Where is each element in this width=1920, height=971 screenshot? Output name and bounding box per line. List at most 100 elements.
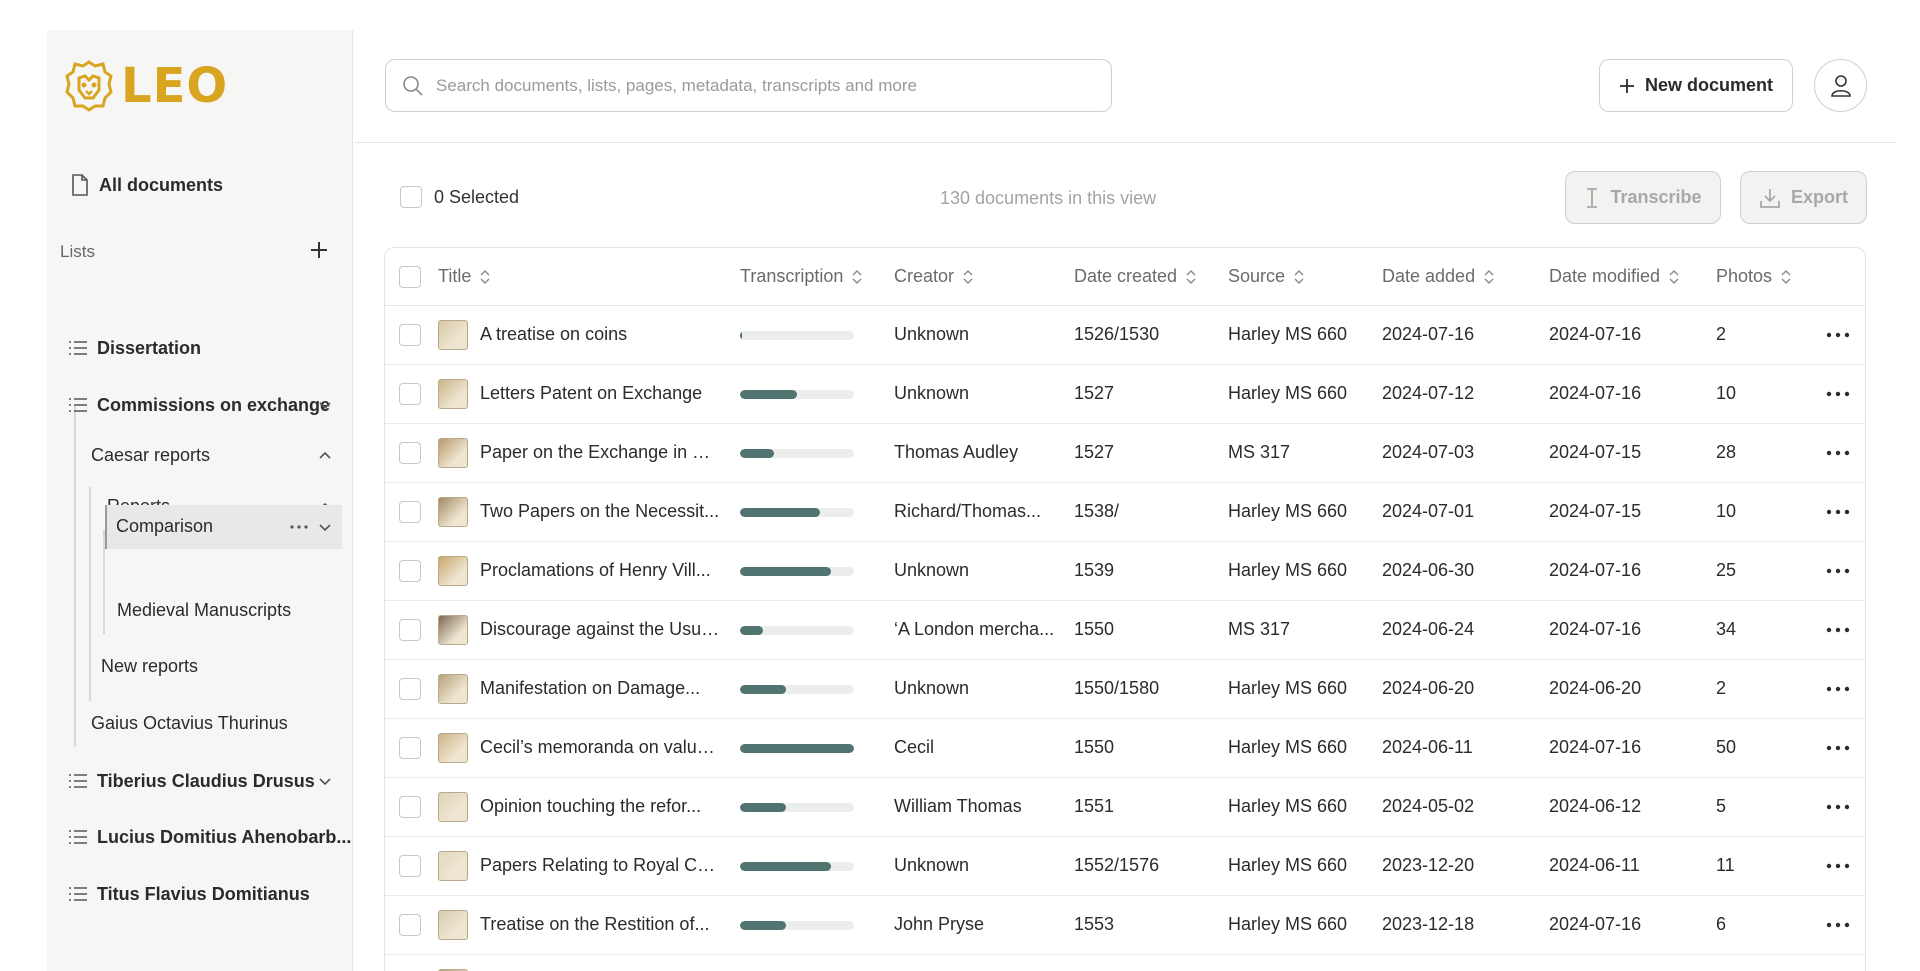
row-more-options-icon[interactable] <box>1825 503 1851 521</box>
chevron-down-icon[interactable] <box>317 397 333 413</box>
row-checkbox[interactable] <box>399 737 421 759</box>
cell-title[interactable]: Proclamations of Henry Vill... <box>480 560 720 581</box>
sidebar-item-commissions[interactable]: Commissions on exchange <box>67 394 353 416</box>
cell-photos: 28 <box>1716 442 1737 462</box>
row-more-options-icon[interactable] <box>1825 326 1851 344</box>
row-checkbox[interactable] <box>399 914 421 936</box>
table-row[interactable]: Manifestation on Damage... Unknown 1550/… <box>385 660 1865 719</box>
document-thumbnail <box>438 910 468 940</box>
cell-date-added: 2024-06-30 <box>1382 560 1475 580</box>
transcription-progress <box>740 862 854 871</box>
cell-date-modified: 2024-07-16 <box>1549 619 1642 639</box>
sort-icon <box>1186 269 1196 284</box>
sidebar-item-dissertation[interactable]: Dissertation <box>67 337 353 359</box>
table-row[interactable]: Cecil’s memoranda on value... Cecil 1550… <box>385 719 1865 778</box>
progress-fill <box>740 626 763 635</box>
cell-creator: John Pryse <box>894 914 985 934</box>
table-row[interactable]: Treatise on the Restition of... John Pry… <box>385 896 1865 955</box>
column-date-modified[interactable]: Date modified <box>1549 266 1680 287</box>
row-checkbox[interactable] <box>399 796 421 818</box>
row-more-options-icon[interactable] <box>1825 562 1851 580</box>
sidebar-item-titus[interactable]: Titus Flavius Domitianus <box>67 883 353 905</box>
header-checkbox[interactable] <box>399 266 421 288</box>
cell-title[interactable]: Treatise on the Restition of... <box>480 914 720 935</box>
row-checkbox[interactable] <box>399 678 421 700</box>
column-date-added[interactable]: Date added <box>1382 266 1495 287</box>
cell-creator: Unknown <box>894 855 970 875</box>
progress-fill <box>740 685 786 694</box>
search-input[interactable] <box>436 75 1086 96</box>
column-creator[interactable]: Creator <box>894 266 974 287</box>
export-button[interactable]: Export <box>1740 171 1867 224</box>
chevron-down-icon[interactable] <box>317 773 333 789</box>
transcription-progress <box>740 567 854 576</box>
sidebar-item-caesar-reports[interactable]: Caesar reports <box>91 445 353 466</box>
add-list-icon[interactable] <box>307 238 331 262</box>
row-more-options-icon[interactable] <box>1825 444 1851 462</box>
user-avatar-button[interactable] <box>1814 59 1867 112</box>
cell-title[interactable]: Discourage against the Usur... <box>480 619 720 640</box>
row-checkbox[interactable] <box>399 324 421 346</box>
row-more-options-icon[interactable] <box>1825 680 1851 698</box>
column-photos[interactable]: Photos <box>1716 266 1792 287</box>
table-row[interactable]: Opinion touching the refor... William Th… <box>385 778 1865 837</box>
column-transcription[interactable]: Transcription <box>740 266 863 287</box>
sidebar-item-label: Tiberius Claudius Drusus <box>97 770 315 791</box>
cell-creator: Cecil <box>894 737 935 757</box>
row-checkbox[interactable] <box>399 383 421 405</box>
row-checkbox[interactable] <box>399 560 421 582</box>
row-more-options-icon[interactable] <box>1825 385 1851 403</box>
row-more-options-icon[interactable] <box>1825 798 1851 816</box>
cell-date-added: 2024-06-11 <box>1382 737 1473 757</box>
new-document-button[interactable]: New document <box>1599 59 1793 112</box>
row-checkbox[interactable] <box>399 855 421 877</box>
sidebar-item-lucius[interactable]: Lucius Domitius Ahenobarb... <box>67 826 353 848</box>
cell-title[interactable]: Papers Relating to Royal Co... <box>480 855 720 876</box>
nav-all-documents[interactable]: All documents <box>69 174 223 196</box>
search-box[interactable] <box>385 59 1112 112</box>
column-label: Transcription <box>740 266 844 286</box>
cell-photos: 10 <box>1716 383 1737 403</box>
row-checkbox[interactable] <box>399 501 421 523</box>
transcribe-button[interactable]: Transcribe <box>1565 171 1721 224</box>
row-checkbox[interactable] <box>399 619 421 641</box>
cell-title[interactable]: Opinion touching the refor... <box>480 796 720 817</box>
sidebar-item-gaius[interactable]: Gaius Octavius Thurinus <box>91 713 288 734</box>
sidebar-item-label: Medieval Manuscripts <box>117 600 292 620</box>
table-row[interactable]: Letters Patent on Exchange Unknown 1527 … <box>385 365 1865 424</box>
row-more-options-icon[interactable] <box>1825 739 1851 757</box>
row-more-options-icon[interactable] <box>1825 916 1851 934</box>
chevron-down-icon[interactable] <box>317 519 333 535</box>
chevron-up-icon[interactable] <box>317 448 333 464</box>
table-row[interactable]: Discourage against the Usur... ‘A London… <box>385 601 1865 660</box>
cell-title[interactable]: Letters Patent on Exchange <box>480 383 720 404</box>
cell-title[interactable]: A treatise on coins <box>480 324 720 345</box>
table-row[interactable]: A treatise on coins Unknown 1526/1530 Ha… <box>385 306 1865 365</box>
sidebar-item-comparison[interactable]: Comparison <box>105 505 342 549</box>
sidebar: LEO All documents Lists Dissertation Com… <box>47 30 353 971</box>
download-icon <box>1760 188 1780 208</box>
table-row[interactable]: Proclamations of Henry Vill... Unknown 1… <box>385 542 1865 601</box>
sidebar-item-medieval-manuscripts[interactable]: Medieval Manuscripts <box>117 600 291 621</box>
column-source[interactable]: Source <box>1228 266 1305 287</box>
table-row[interactable]: Two Papers on the Necessit... Richard/Th… <box>385 483 1865 542</box>
cell-title[interactable]: Manifestation on Damage... <box>480 678 720 699</box>
table-row[interactable]: Paper on the Exchange in H... Thomas Aud… <box>385 424 1865 483</box>
column-date-created[interactable]: Date created <box>1074 266 1197 287</box>
table-row[interactable]: Papers Relating to Royal Co... Unknown 1… <box>385 837 1865 896</box>
column-title[interactable]: Title <box>438 266 491 287</box>
cell-date-added: 2023-12-20 <box>1382 855 1475 875</box>
table-row[interactable]: Discourse of ... Book of M... John Y... … <box>385 955 1865 971</box>
row-more-options-icon[interactable] <box>1825 857 1851 875</box>
sidebar-item-new-reports[interactable]: New reports <box>101 656 198 677</box>
cell-photos: 34 <box>1716 619 1737 639</box>
sidebar-item-tiberius[interactable]: Tiberius Claudius Drusus <box>67 770 353 792</box>
app-logo[interactable]: LEO <box>65 60 228 112</box>
row-more-options-icon[interactable] <box>1825 621 1851 639</box>
select-all-checkbox[interactable] <box>400 186 422 208</box>
cell-title[interactable]: Paper on the Exchange in H... <box>480 442 720 463</box>
cell-title[interactable]: Two Papers on the Necessit... <box>480 501 720 522</box>
cell-title[interactable]: Cecil’s memoranda on value... <box>480 737 720 758</box>
more-options-icon[interactable] <box>289 519 309 535</box>
row-checkbox[interactable] <box>399 442 421 464</box>
